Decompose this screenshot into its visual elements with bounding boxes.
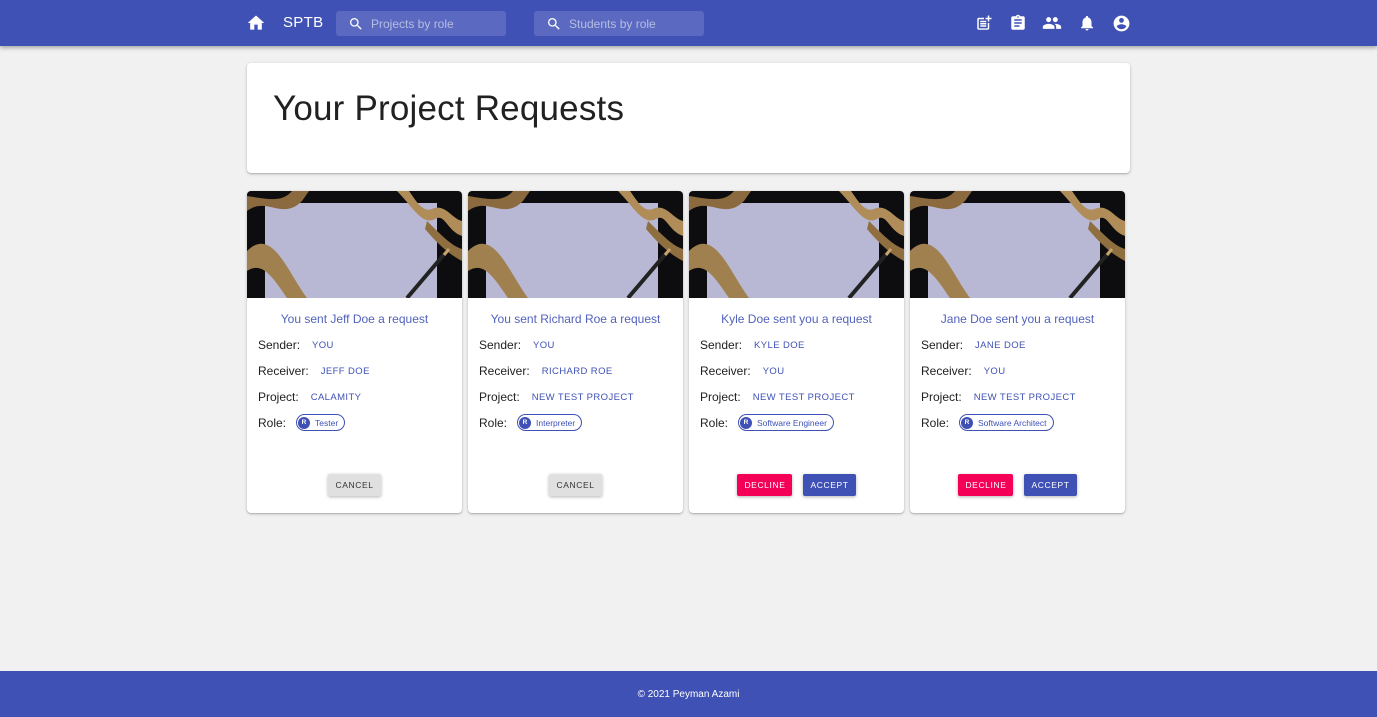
card-title: You sent Richard Roe a request — [490, 312, 661, 326]
card-title: Kyle Doe sent you a request — [721, 312, 872, 326]
footer-copyright: © 2021 Peyman Azami — [637, 688, 740, 700]
project-value[interactable]: CALAMITY — [307, 392, 366, 403]
project-label: Project: — [479, 390, 520, 404]
sender-field: Sender: KYLE DOE — [700, 338, 809, 352]
people-icon[interactable] — [1041, 12, 1063, 34]
project-field: Project: NEW TEST PROJECT — [921, 390, 1080, 404]
request-card: Jane Doe sent you a request Sender: JANE… — [910, 191, 1125, 513]
receiver-field: Receiver: YOU — [700, 364, 788, 378]
assignment-icon[interactable] — [1007, 12, 1029, 34]
sender-label: Sender: — [921, 338, 964, 352]
accept-button[interactable]: ACCEPT — [803, 474, 856, 496]
role-chip-label: Interpreter — [536, 417, 576, 428]
sender-value[interactable]: YOU — [308, 340, 338, 351]
receiver-field: Receiver: JEFF DOE — [258, 364, 374, 378]
sender-label: Sender: — [479, 338, 522, 352]
card-actions: CANCEL — [468, 474, 683, 496]
card-image — [468, 191, 683, 298]
role-chip-label: Tester — [315, 417, 339, 428]
card-actions: CANCEL — [247, 474, 462, 496]
request-card: You sent Richard Roe a request Sender: Y… — [468, 191, 683, 513]
receiver-label: Receiver: — [479, 364, 530, 378]
project-label: Project: — [258, 390, 299, 404]
project-value[interactable]: NEW TEST PROJECT — [528, 392, 638, 403]
card-actions: DECLINE ACCEPT — [689, 474, 904, 496]
search-students-input[interactable] — [569, 16, 689, 31]
decline-button[interactable]: DECLINE — [737, 474, 793, 496]
receiver-value[interactable]: RICHARD ROE — [538, 366, 617, 377]
card-title: You sent Jeff Doe a request — [280, 312, 429, 326]
role-chip[interactable]: R Software Engineer — [738, 414, 834, 431]
project-label: Project: — [921, 390, 962, 404]
role-chip[interactable]: R Interpreter — [517, 414, 583, 431]
project-field: Project: NEW TEST PROJECT — [700, 390, 859, 404]
project-field: Project: NEW TEST PROJECT — [479, 390, 638, 404]
card-actions: DECLINE ACCEPT — [910, 474, 1125, 496]
role-avatar: R — [740, 416, 753, 429]
receiver-value[interactable]: JEFF DOE — [317, 366, 374, 377]
search-students[interactable] — [534, 11, 704, 36]
receiver-label: Receiver: — [258, 364, 309, 378]
accept-button[interactable]: ACCEPT — [1024, 474, 1077, 496]
receiver-value[interactable]: YOU — [980, 366, 1010, 377]
request-card: You sent Jeff Doe a request Sender: YOU … — [247, 191, 462, 513]
project-value[interactable]: NEW TEST PROJECT — [749, 392, 859, 403]
role-label: Role: — [700, 415, 729, 430]
sender-value[interactable]: KYLE DOE — [750, 340, 809, 351]
post-add-icon[interactable] — [973, 12, 995, 34]
role-label: Role: — [479, 415, 508, 430]
role-label: Role: — [258, 415, 287, 430]
account-circle-icon[interactable] — [1110, 12, 1132, 34]
page-title: Your Project Requests — [273, 89, 625, 128]
card-image — [910, 191, 1125, 298]
receiver-label: Receiver: — [921, 364, 972, 378]
role-chip-label: Software Architect — [978, 417, 1047, 428]
receiver-label: Receiver: — [700, 364, 751, 378]
role-avatar: R — [519, 416, 532, 429]
cancel-button[interactable]: CANCEL — [549, 474, 602, 496]
sender-label: Sender: — [258, 338, 301, 352]
card-title: Jane Doe sent you a request — [940, 312, 1095, 326]
app-brand[interactable]: SPTB — [283, 14, 323, 31]
role-label: Role: — [921, 415, 950, 430]
top-app-bar: SPTB — [0, 0, 1377, 46]
role-chip[interactable]: R Tester — [296, 414, 346, 431]
sender-field: Sender: YOU — [258, 338, 338, 352]
search-projects[interactable] — [336, 11, 506, 36]
search-icon — [546, 16, 562, 32]
page-header-card: Your Project Requests — [247, 63, 1130, 173]
search-icon — [348, 16, 364, 32]
search-projects-input[interactable] — [371, 16, 491, 31]
role-chip[interactable]: R Software Architect — [959, 414, 1054, 431]
role-chip-label: Software Engineer — [757, 417, 827, 428]
sender-field: Sender: YOU — [479, 338, 559, 352]
role-field: Role: R Tester — [258, 414, 346, 431]
card-image — [689, 191, 904, 298]
project-label: Project: — [700, 390, 741, 404]
sender-label: Sender: — [700, 338, 743, 352]
home-icon[interactable] — [244, 11, 268, 35]
receiver-field: Receiver: RICHARD ROE — [479, 364, 617, 378]
role-field: Role: R Interpreter — [479, 414, 583, 431]
receiver-field: Receiver: YOU — [921, 364, 1009, 378]
sender-field: Sender: JANE DOE — [921, 338, 1030, 352]
role-avatar: R — [961, 416, 974, 429]
role-avatar: R — [298, 416, 311, 429]
sender-value[interactable]: JANE DOE — [971, 340, 1030, 351]
request-card: Kyle Doe sent you a request Sender: KYLE… — [689, 191, 904, 513]
role-field: Role: R Software Architect — [921, 414, 1054, 431]
footer: © 2021 Peyman Azami — [0, 671, 1377, 717]
role-field: Role: R Software Engineer — [700, 414, 834, 431]
cancel-button[interactable]: CANCEL — [328, 474, 381, 496]
receiver-value[interactable]: YOU — [759, 366, 789, 377]
project-field: Project: CALAMITY — [258, 390, 365, 404]
decline-button[interactable]: DECLINE — [958, 474, 1014, 496]
sender-value[interactable]: YOU — [529, 340, 559, 351]
notifications-icon[interactable] — [1076, 12, 1098, 34]
card-image — [247, 191, 462, 298]
project-value[interactable]: NEW TEST PROJECT — [970, 392, 1080, 403]
